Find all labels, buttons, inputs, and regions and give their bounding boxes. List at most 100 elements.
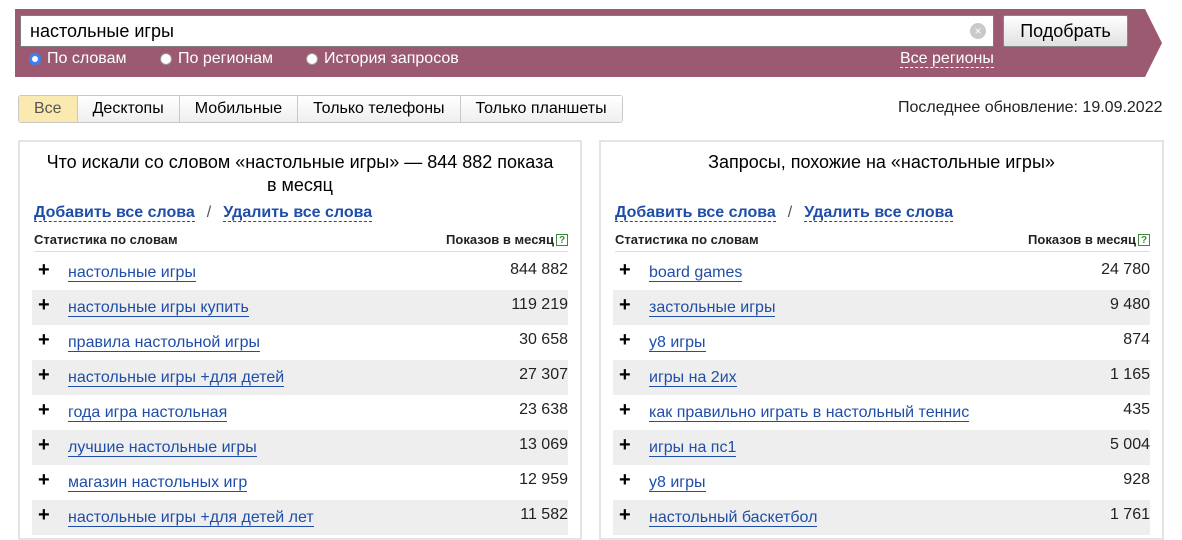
search-bar-arrow xyxy=(1145,9,1162,77)
col-shows: Показов в месяц xyxy=(446,232,554,247)
add-all-words-link[interactable]: Добавить все слова xyxy=(615,204,776,222)
help-icon[interactable]: ? xyxy=(1138,233,1150,246)
mode-radio-history[interactable]: История запросов xyxy=(306,50,459,68)
word-link[interactable]: у8 игры xyxy=(649,334,706,352)
word-link[interactable]: настольные игры +для детей xyxy=(68,369,285,387)
submit-button[interactable]: Подобрать xyxy=(1003,15,1128,47)
list-item: + игры на пс1 5 004 xyxy=(613,430,1150,465)
column-header: Статистика по словам Показов в месяц ? xyxy=(615,232,1150,252)
shows-count: 24 780 xyxy=(1101,261,1150,278)
panel-title: Что искали со словом «настольные игры» —… xyxy=(46,152,554,195)
mode-radio-regions[interactable]: По регионам xyxy=(160,50,273,68)
word-link[interactable]: игры на 2их xyxy=(649,369,737,387)
word-link[interactable]: настольные игры xyxy=(68,264,196,282)
shows-count: 13 069 xyxy=(519,436,568,453)
plus-icon[interactable]: + xyxy=(38,505,50,525)
word-list: + board games 24 780 + застольные игры 9 480… xyxy=(613,255,1150,535)
shows-count: 119 219 xyxy=(511,296,568,313)
last-update: Последнее обновление: 19.09.2022 xyxy=(898,99,1163,116)
word-link[interactable]: правила настольной игры xyxy=(68,334,260,352)
remove-all-words-link[interactable]: Удалить все слова xyxy=(804,204,954,222)
plus-icon[interactable]: + xyxy=(38,365,50,385)
word-link[interactable]: у8 игры xyxy=(649,474,706,492)
list-item: + у8 игры 874 xyxy=(613,325,1150,360)
tab-mobile[interactable]: Мобильные xyxy=(179,96,299,122)
shows-count: 5 004 xyxy=(1109,436,1150,453)
plus-icon[interactable]: + xyxy=(38,330,50,350)
word-link[interactable]: настольные игры +для детей лет xyxy=(68,509,314,527)
radio-icon xyxy=(160,53,172,65)
clear-icon[interactable]: × xyxy=(970,23,986,39)
word-link[interactable]: как правильно играть в настольный теннис xyxy=(649,404,970,422)
tab-phones-only[interactable]: Только телефоны xyxy=(298,96,461,122)
word-link[interactable]: лучшие настольные игры xyxy=(68,439,257,457)
shows-count: 9 480 xyxy=(1109,296,1150,313)
help-icon[interactable]: ? xyxy=(556,233,568,246)
similar-queries-panel: Запросы, похожие на «настольные игры» До… xyxy=(599,140,1164,540)
radio-icon xyxy=(306,53,318,65)
plus-icon[interactable]: + xyxy=(619,365,631,385)
shows-count: 11 582 xyxy=(520,506,568,523)
list-item: + у8 игры 928 xyxy=(613,465,1150,500)
mode-label: По словам xyxy=(47,50,127,67)
tab-desktops[interactable]: Десктопы xyxy=(77,96,180,122)
search-input[interactable]: настольные игры xyxy=(20,15,994,47)
shows-count: 12 959 xyxy=(519,471,568,488)
list-item: + игры на 2их 1 165 xyxy=(613,360,1150,395)
divider xyxy=(615,251,1150,252)
tab-all[interactable]: Все xyxy=(19,96,78,122)
panel-actions: Добавить все слова / Удалить все слова xyxy=(615,204,954,222)
shows-count: 27 307 xyxy=(519,366,568,383)
tab-tablets-only[interactable]: Только планшеты xyxy=(460,96,622,122)
word-link[interactable]: настольные игры купить xyxy=(68,299,249,317)
list-item: + настольные игры купить 119 219 xyxy=(32,290,568,325)
word-link[interactable]: board games xyxy=(649,264,743,282)
plus-icon[interactable]: + xyxy=(619,260,631,280)
word-link[interactable]: игры на пс1 xyxy=(649,439,737,457)
plus-icon[interactable]: + xyxy=(38,260,50,280)
list-item: + магазин настольных игр 12 959 xyxy=(32,465,568,500)
word-list: + настольные игры 844 882 + настольные игры… xyxy=(32,255,568,535)
plus-icon[interactable]: + xyxy=(38,470,50,490)
plus-icon[interactable]: + xyxy=(619,505,631,525)
plus-icon[interactable]: + xyxy=(619,435,631,455)
shows-count: 1 165 xyxy=(1109,366,1150,383)
panel-title: Запросы, похожие на «настольные игры» xyxy=(708,152,1055,172)
mode-label: По регионам xyxy=(178,50,274,67)
list-item: + застольные игры 9 480 xyxy=(613,290,1150,325)
regions-link[interactable]: Все регионы xyxy=(900,50,994,68)
list-item: + настольные игры +для детей 27 307 xyxy=(32,360,568,395)
plus-icon[interactable]: + xyxy=(619,330,631,350)
shows-count: 844 882 xyxy=(510,261,568,278)
word-link[interactable]: года игра настольная xyxy=(68,404,228,422)
column-header: Статистика по словам Показов в месяц ? xyxy=(34,232,568,252)
plus-icon[interactable]: + xyxy=(38,295,50,315)
plus-icon[interactable]: + xyxy=(619,295,631,315)
shows-count: 435 xyxy=(1123,401,1150,418)
list-item: + как правильно играть в настольный тенни… xyxy=(613,395,1150,430)
plus-icon[interactable]: + xyxy=(38,400,50,420)
words-panel: Что искали со словом «настольные игры» —… xyxy=(18,140,582,540)
list-item: + правила настольной игры 30 658 xyxy=(32,325,568,360)
shows-count: 23 638 xyxy=(519,401,568,418)
remove-all-words-link[interactable]: Удалить все слова xyxy=(223,204,373,222)
plus-icon[interactable]: + xyxy=(38,435,50,455)
list-item: + лучшие настольные игры 13 069 xyxy=(32,430,568,465)
word-link[interactable]: магазин настольных игр xyxy=(68,474,248,492)
radio-checked-icon xyxy=(29,53,41,65)
list-item: + года игра настольная 23 638 xyxy=(32,395,568,430)
separator: / xyxy=(206,204,212,221)
col-shows: Показов в месяц xyxy=(1028,232,1136,247)
list-item: + настольный баскетбол 1 761 xyxy=(613,500,1150,535)
plus-icon[interactable]: + xyxy=(619,470,631,490)
plus-icon[interactable]: + xyxy=(619,400,631,420)
separator: / xyxy=(787,204,793,221)
mode-radio-words[interactable]: По словам xyxy=(29,50,126,68)
list-item: + board games 24 780 xyxy=(613,255,1150,290)
shows-count: 928 xyxy=(1123,471,1150,488)
shows-count: 1 761 xyxy=(1109,506,1150,523)
panel-actions: Добавить все слова / Удалить все слова xyxy=(34,204,373,222)
word-link[interactable]: настольный баскетбол xyxy=(649,509,818,527)
add-all-words-link[interactable]: Добавить все слова xyxy=(34,204,195,222)
word-link[interactable]: застольные игры xyxy=(649,299,776,317)
